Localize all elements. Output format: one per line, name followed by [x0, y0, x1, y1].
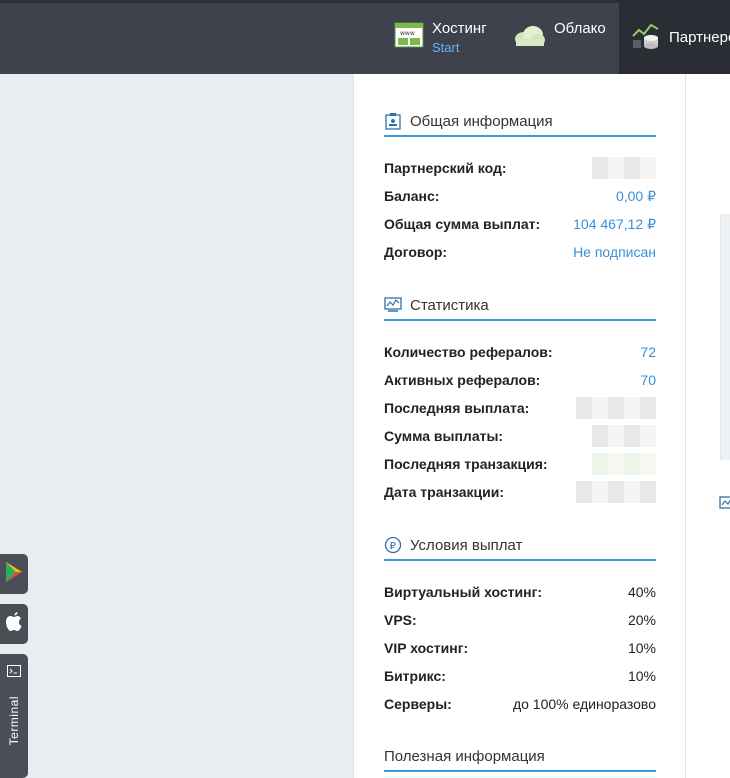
payout-terms-heading: ₽ Условия выплат [384, 531, 656, 561]
payout-row-bitrix: Битрикс: 10% [384, 665, 656, 687]
info-row-contract: Договор: Не подписан [384, 241, 656, 263]
stats-row-referrals: Количество рефералов: 72 [384, 341, 656, 363]
svg-text:₽: ₽ [390, 541, 397, 552]
servers-value: до 100% единоразово [512, 696, 656, 712]
app-store-button[interactable] [0, 604, 28, 644]
bitrix-value: 10% [627, 668, 656, 684]
last-transaction-label: Последняя транзакция: [384, 456, 548, 472]
stats-row-active-referrals: Активных рефералов: 70 [384, 369, 656, 391]
balance-label: Баланс: [384, 188, 440, 204]
ruble-icon: ₽ [384, 536, 402, 554]
payout-terms-title: Условия выплат [410, 536, 523, 554]
bitrix-label: Битрикс: [384, 668, 446, 684]
info-row-balance: Баланс: 0,00 ₽ [384, 185, 656, 207]
hosting-icon: www [394, 21, 424, 54]
partner-chart-icon [631, 20, 661, 55]
useful-info-heading: Полезная информация [384, 742, 656, 772]
vip-hosting-label: VIP хостинг: [384, 640, 469, 656]
general-info-heading: Общая информация [384, 107, 656, 137]
referrals-count-label: Количество рефералов: [384, 344, 553, 360]
general-info-title: Общая информация [410, 112, 553, 130]
top-navigation-bar: www Хостинг Start Облако Партнерс [0, 0, 730, 74]
active-referrals-value[interactable]: 70 [640, 372, 656, 388]
active-referrals-label: Активных рефералов: [384, 372, 541, 388]
terminal-icon [7, 664, 21, 682]
vip-hosting-value: 10% [627, 640, 656, 656]
referrals-count-value[interactable]: 72 [640, 344, 656, 360]
statistics-icon [384, 296, 402, 314]
cloud-icon [514, 22, 546, 53]
partner-code-value-blurred [592, 157, 656, 179]
payout-row-virtual-hosting: Виртуальный хостинг: 40% [384, 581, 656, 603]
stats-row-payout-sum: Сумма выплаты: [384, 425, 656, 447]
terminal-label: Terminal [7, 696, 21, 746]
stats-row-transaction-date: Дата транзакции: [384, 481, 656, 503]
left-content-area [0, 74, 353, 778]
statistics-icon-partial [719, 496, 730, 517]
total-payouts-label: Общая сумма выплат: [384, 216, 541, 232]
nav-cloud-label: Облако [554, 20, 606, 37]
nav-cloud[interactable]: Облако [514, 0, 606, 74]
nav-partner[interactable]: Партнерс [619, 0, 730, 74]
vps-label: VPS: [384, 612, 417, 628]
statistics-heading: Статистика [384, 291, 656, 321]
virtual-hosting-value: 40% [627, 584, 656, 600]
useful-info-title: Полезная информация [384, 747, 545, 765]
id-card-icon [384, 112, 402, 130]
balance-value[interactable]: 0,00 ₽ [616, 188, 656, 205]
transaction-date-label: Дата транзакции: [384, 484, 504, 500]
contract-value[interactable]: Не подписан [573, 244, 656, 260]
svg-text:www: www [400, 30, 415, 37]
payout-row-vps: VPS: 20% [384, 609, 656, 631]
contract-label: Договор: [384, 244, 448, 260]
google-play-icon [4, 561, 24, 588]
payout-sum-value-blurred [592, 425, 656, 447]
nav-hosting-label: Хостинг [432, 19, 487, 37]
last-transaction-value-blurred [592, 453, 656, 475]
terminal-button[interactable]: Terminal [0, 654, 28, 778]
nav-hosting-sub: Start [432, 39, 460, 55]
google-play-button[interactable] [0, 554, 28, 594]
last-payout-label: Последняя выплата: [384, 400, 530, 416]
last-payout-value-blurred [576, 397, 656, 419]
transaction-date-value-blurred [576, 481, 656, 503]
payout-sum-label: Сумма выплаты: [384, 428, 504, 444]
partner-code-label: Партнерский код: [384, 160, 507, 176]
partner-info-panel: Общая информация Партнерский код: Баланс… [353, 74, 686, 778]
total-payouts-value[interactable]: 104 467,12 ₽ [573, 216, 656, 233]
payout-row-vip-hosting: VIP хостинг: 10% [384, 637, 656, 659]
info-row-total-payouts: Общая сумма выплат: 104 467,12 ₽ [384, 213, 656, 235]
virtual-hosting-label: Виртуальный хостинг: [384, 584, 543, 600]
apple-icon [4, 611, 24, 638]
stats-row-last-payout: Последняя выплата: [384, 397, 656, 419]
right-card-edge [720, 214, 730, 460]
nav-partner-label: Партнерс [669, 28, 730, 46]
servers-label: Серверы: [384, 696, 452, 712]
stats-row-last-transaction: Последняя транзакция: [384, 453, 656, 475]
statistics-title: Статистика [410, 296, 489, 314]
payout-row-servers: Серверы: до 100% единоразово [384, 693, 656, 715]
nav-hosting[interactable]: www Хостинг Start [394, 0, 487, 74]
info-row-partner-code: Партнерский код: [384, 157, 656, 179]
vps-value: 20% [627, 612, 656, 628]
